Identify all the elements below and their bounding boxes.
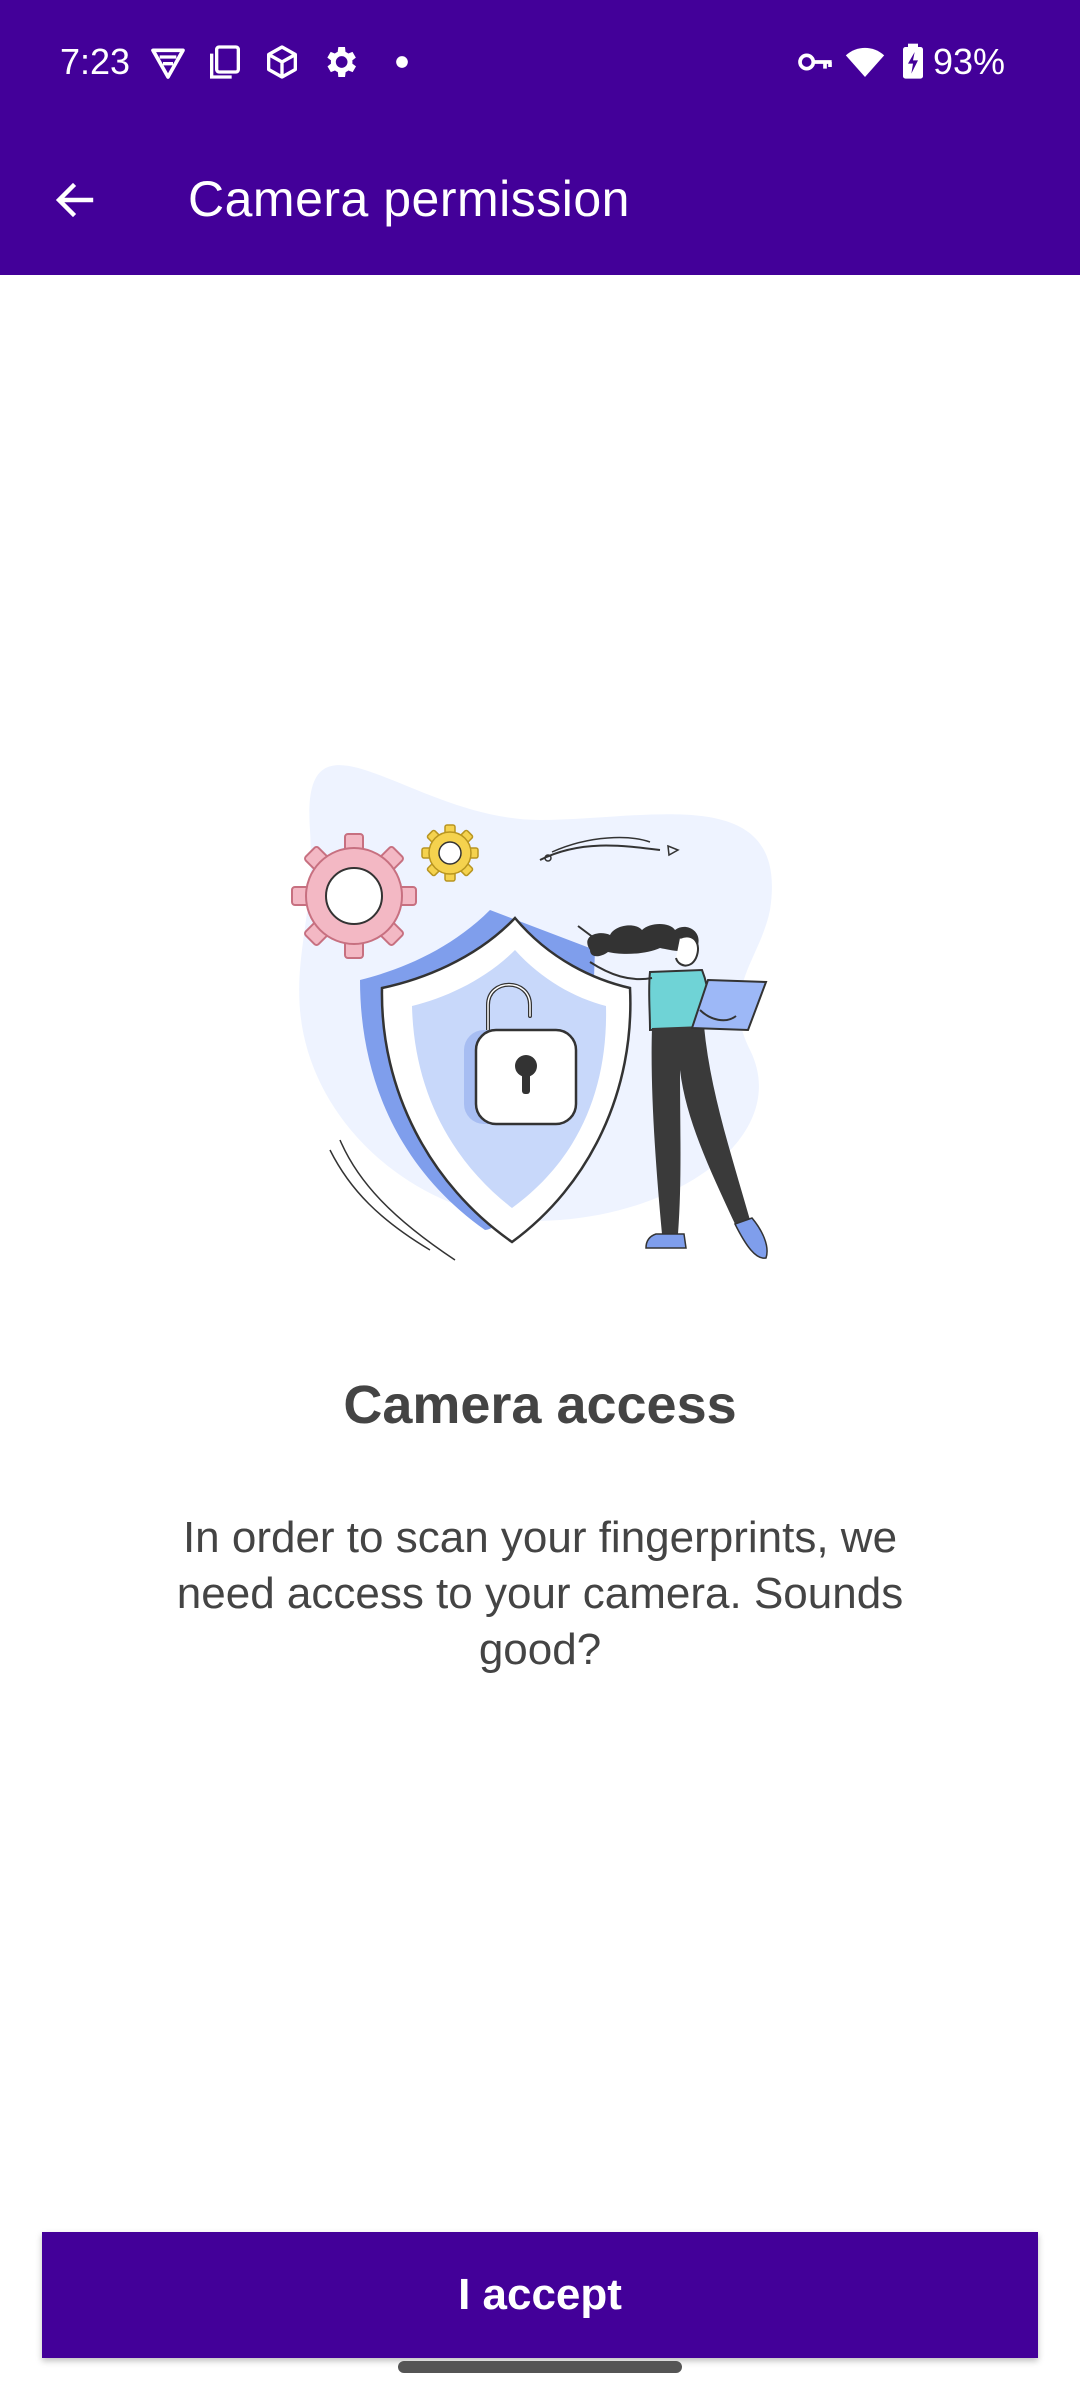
key-icon: [798, 53, 832, 71]
vpn-shield-icon: [151, 48, 185, 79]
status-bar: 7:23 93%: [0, 0, 1080, 125]
screenshot-icon: [210, 45, 240, 79]
gear-icon: [291, 833, 417, 959]
gear-icon: [421, 824, 479, 882]
home-indicator[interactable]: [398, 2361, 682, 2373]
wifi-icon: [845, 47, 885, 77]
battery-percentage: 93%: [932, 41, 1005, 82]
dot-icon: [396, 56, 408, 68]
accept-button[interactable]: I accept: [42, 2232, 1038, 2358]
security-illustration: [291, 765, 772, 1261]
content-body: In order to scan your fingerprints, we n…: [176, 1513, 904, 1674]
box-icon: [267, 45, 297, 79]
back-button[interactable]: [35, 160, 115, 240]
page-title: Camera permission: [188, 171, 630, 227]
status-time: 7:23: [60, 41, 131, 82]
arrow-left-icon: [55, 182, 94, 218]
battery-charging-icon: [903, 43, 923, 79]
settings-gear-icon: [327, 47, 356, 77]
app-bar: Camera permission: [0, 125, 1080, 275]
content-heading: Camera access: [343, 1375, 737, 1435]
